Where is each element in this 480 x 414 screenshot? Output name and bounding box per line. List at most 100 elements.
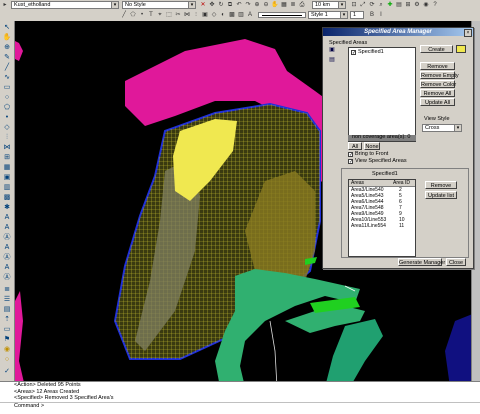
legend-tool-icon[interactable]: ▤ [2,305,12,314]
symbol-tool-icon[interactable]: ✱ [2,203,12,212]
search-icon[interactable]: ⌕ [377,1,385,9]
polygon-tool-icon[interactable]: ⬠ [2,103,12,112]
bookmark-icon[interactable]: ⚑ [2,335,12,344]
undo-icon[interactable]: ↶ [235,1,243,9]
curve-tool-icon[interactable]: ∿ [2,73,12,82]
trim-icon[interactable]: ✂ [174,11,182,19]
close-icon[interactable]: × [464,29,472,37]
scale-bar-icon[interactable]: ▭ [2,325,12,334]
zoom-in-icon[interactable]: ⊕ [253,1,261,9]
remove-area-button[interactable]: Remove [425,181,457,189]
settings-icon[interactable]: ⚙ [413,1,421,9]
area-icon[interactable]: ▣ [201,11,209,19]
remove-color-button[interactable]: Remove Color [420,80,456,88]
areas-table[interactable]: Areas Area ID Area3/Line540 2 Area5/Line… [348,179,416,257]
layer-tool-icon[interactable]: ≣ [2,285,12,294]
zoom-out-icon[interactable]: ⊖ [262,1,270,9]
node-tool-icon[interactable]: ◇ [2,123,12,132]
zoom-tool-icon[interactable]: ⊕ [2,43,12,52]
line-tool-icon[interactable]: ╱ [2,63,12,72]
label-tool-2-icon[interactable]: A [2,263,12,272]
zoom-window-icon[interactable]: ⊡ [350,1,358,9]
remove-button[interactable]: Remove [420,62,455,70]
grid-tool-icon[interactable]: ▦ [2,163,12,172]
line-style-preview[interactable] [258,12,306,18]
join-tool-icon[interactable]: ⋈ [2,143,12,152]
split-tool-icon[interactable]: ⫶ [2,133,12,142]
pan-icon[interactable]: ✋ [271,1,279,9]
italic-icon[interactable]: I [377,11,385,19]
lock-icon[interactable]: ◉ [2,345,12,354]
area-icon[interactable]: ▣ [328,46,336,54]
map-icon[interactable]: ▤ [395,1,403,9]
area-item-checkbox[interactable]: ✓ [351,50,356,56]
measure-icon[interactable]: ⊞ [404,1,412,9]
create-button[interactable]: Create [420,45,453,53]
area-tool-icon[interactable]: ▣ [2,173,12,182]
color-swatch[interactable] [456,45,466,53]
hatch-tool-icon[interactable]: ▥ [2,183,12,192]
remove-all-button[interactable]: Remove All [420,89,455,97]
hand-tool-icon[interactable]: ✋ [2,33,12,42]
close-button[interactable]: Close [446,258,466,266]
join-icon[interactable]: ⋈ [183,11,191,19]
node-icon[interactable]: ◇ [210,11,218,19]
hatch-icon[interactable]: ▥ [237,11,245,19]
measure-tool-icon[interactable]: ⊞ [2,153,12,162]
draw-point-icon[interactable]: • [138,11,146,19]
scale-select[interactable]: 10 km ▾ [312,1,346,9]
rotate-icon[interactable]: ↻ [217,1,225,9]
print-icon[interactable]: ⎙ [298,1,306,9]
north-arrow-icon[interactable]: ⇡ [2,315,12,324]
refresh-icon[interactable]: ⟳ [368,1,376,9]
fill-tool-icon[interactable]: ▩ [2,193,12,202]
area-edit-icon[interactable]: ▤ [328,56,336,64]
generate-manager-button[interactable]: Generate Manager [398,258,445,266]
table-row[interactable]: Area11/Line554 11 [349,223,415,229]
text-tool-3-icon[interactable]: A [2,243,12,252]
redo-icon[interactable]: ↷ [244,1,252,9]
layers-icon[interactable]: ≣ [289,1,297,9]
label-icon[interactable]: A [246,11,254,19]
add-icon[interactable]: ✚ [386,1,394,9]
fill-icon[interactable]: ▩ [228,11,236,19]
update-all-button[interactable]: Update All [420,98,455,106]
label-tool-icon[interactable]: Ⓐ [2,253,12,262]
zoom-extent-icon[interactable]: ⤢ [359,1,367,9]
style-select[interactable]: No Style ▾ [122,1,196,9]
point-tool-icon[interactable]: • [2,113,12,122]
snap-icon[interactable]: ⌖ [156,11,164,19]
grid-icon[interactable]: ▦ [280,1,288,9]
view-style-select[interactable]: Cross ▾ [422,124,462,132]
help-icon[interactable]: ? [431,1,439,9]
pencil-tool-icon[interactable]: ✎ [2,53,12,62]
update-list-button[interactable]: Update list [425,191,457,199]
split-icon[interactable]: ⫶ [192,11,200,19]
all-button[interactable]: All [348,142,362,150]
color-icon[interactable]: ◐ [219,11,227,19]
view-specified-checkbox[interactable]: ✓ [348,159,353,165]
remove-empty-button[interactable]: Remove Empty [420,71,459,79]
copy-icon[interactable]: ⧉ [226,1,234,9]
rect-tool-icon[interactable]: ▭ [2,83,12,92]
number-select[interactable]: 1 [350,11,364,19]
specified-areas-list[interactable]: ✓ Specified1 [348,47,416,142]
text-box-icon[interactable]: Ⓐ [2,233,12,242]
bold-icon[interactable]: B [368,11,376,19]
draw-polygon-icon[interactable]: ⬠ [129,11,137,19]
none-button[interactable]: None [364,142,380,150]
delete-icon[interactable]: ✕ [199,1,207,9]
layer-select[interactable]: Kust_etholland ▾ [11,1,119,9]
command-prompt[interactable]: Command > [0,401,480,410]
check-tool-icon[interactable]: ✓ [2,367,12,376]
light-icon[interactable]: ○ [2,355,12,364]
text-tool-2-icon[interactable]: A [2,223,12,232]
draw-text-icon[interactable]: T [147,11,155,19]
annotation-tool-icon[interactable]: Ⓐ [2,273,12,282]
move-icon[interactable]: ✥ [208,1,216,9]
arrow-tool-icon[interactable]: ↖ [2,23,12,32]
list-tool-icon[interactable]: ☰ [2,295,12,304]
draw-line-icon[interactable]: ╱ [120,11,128,19]
circle-tool-icon[interactable]: ○ [2,93,12,102]
linestyle-select[interactable]: Style 1 ▾ [308,11,348,19]
